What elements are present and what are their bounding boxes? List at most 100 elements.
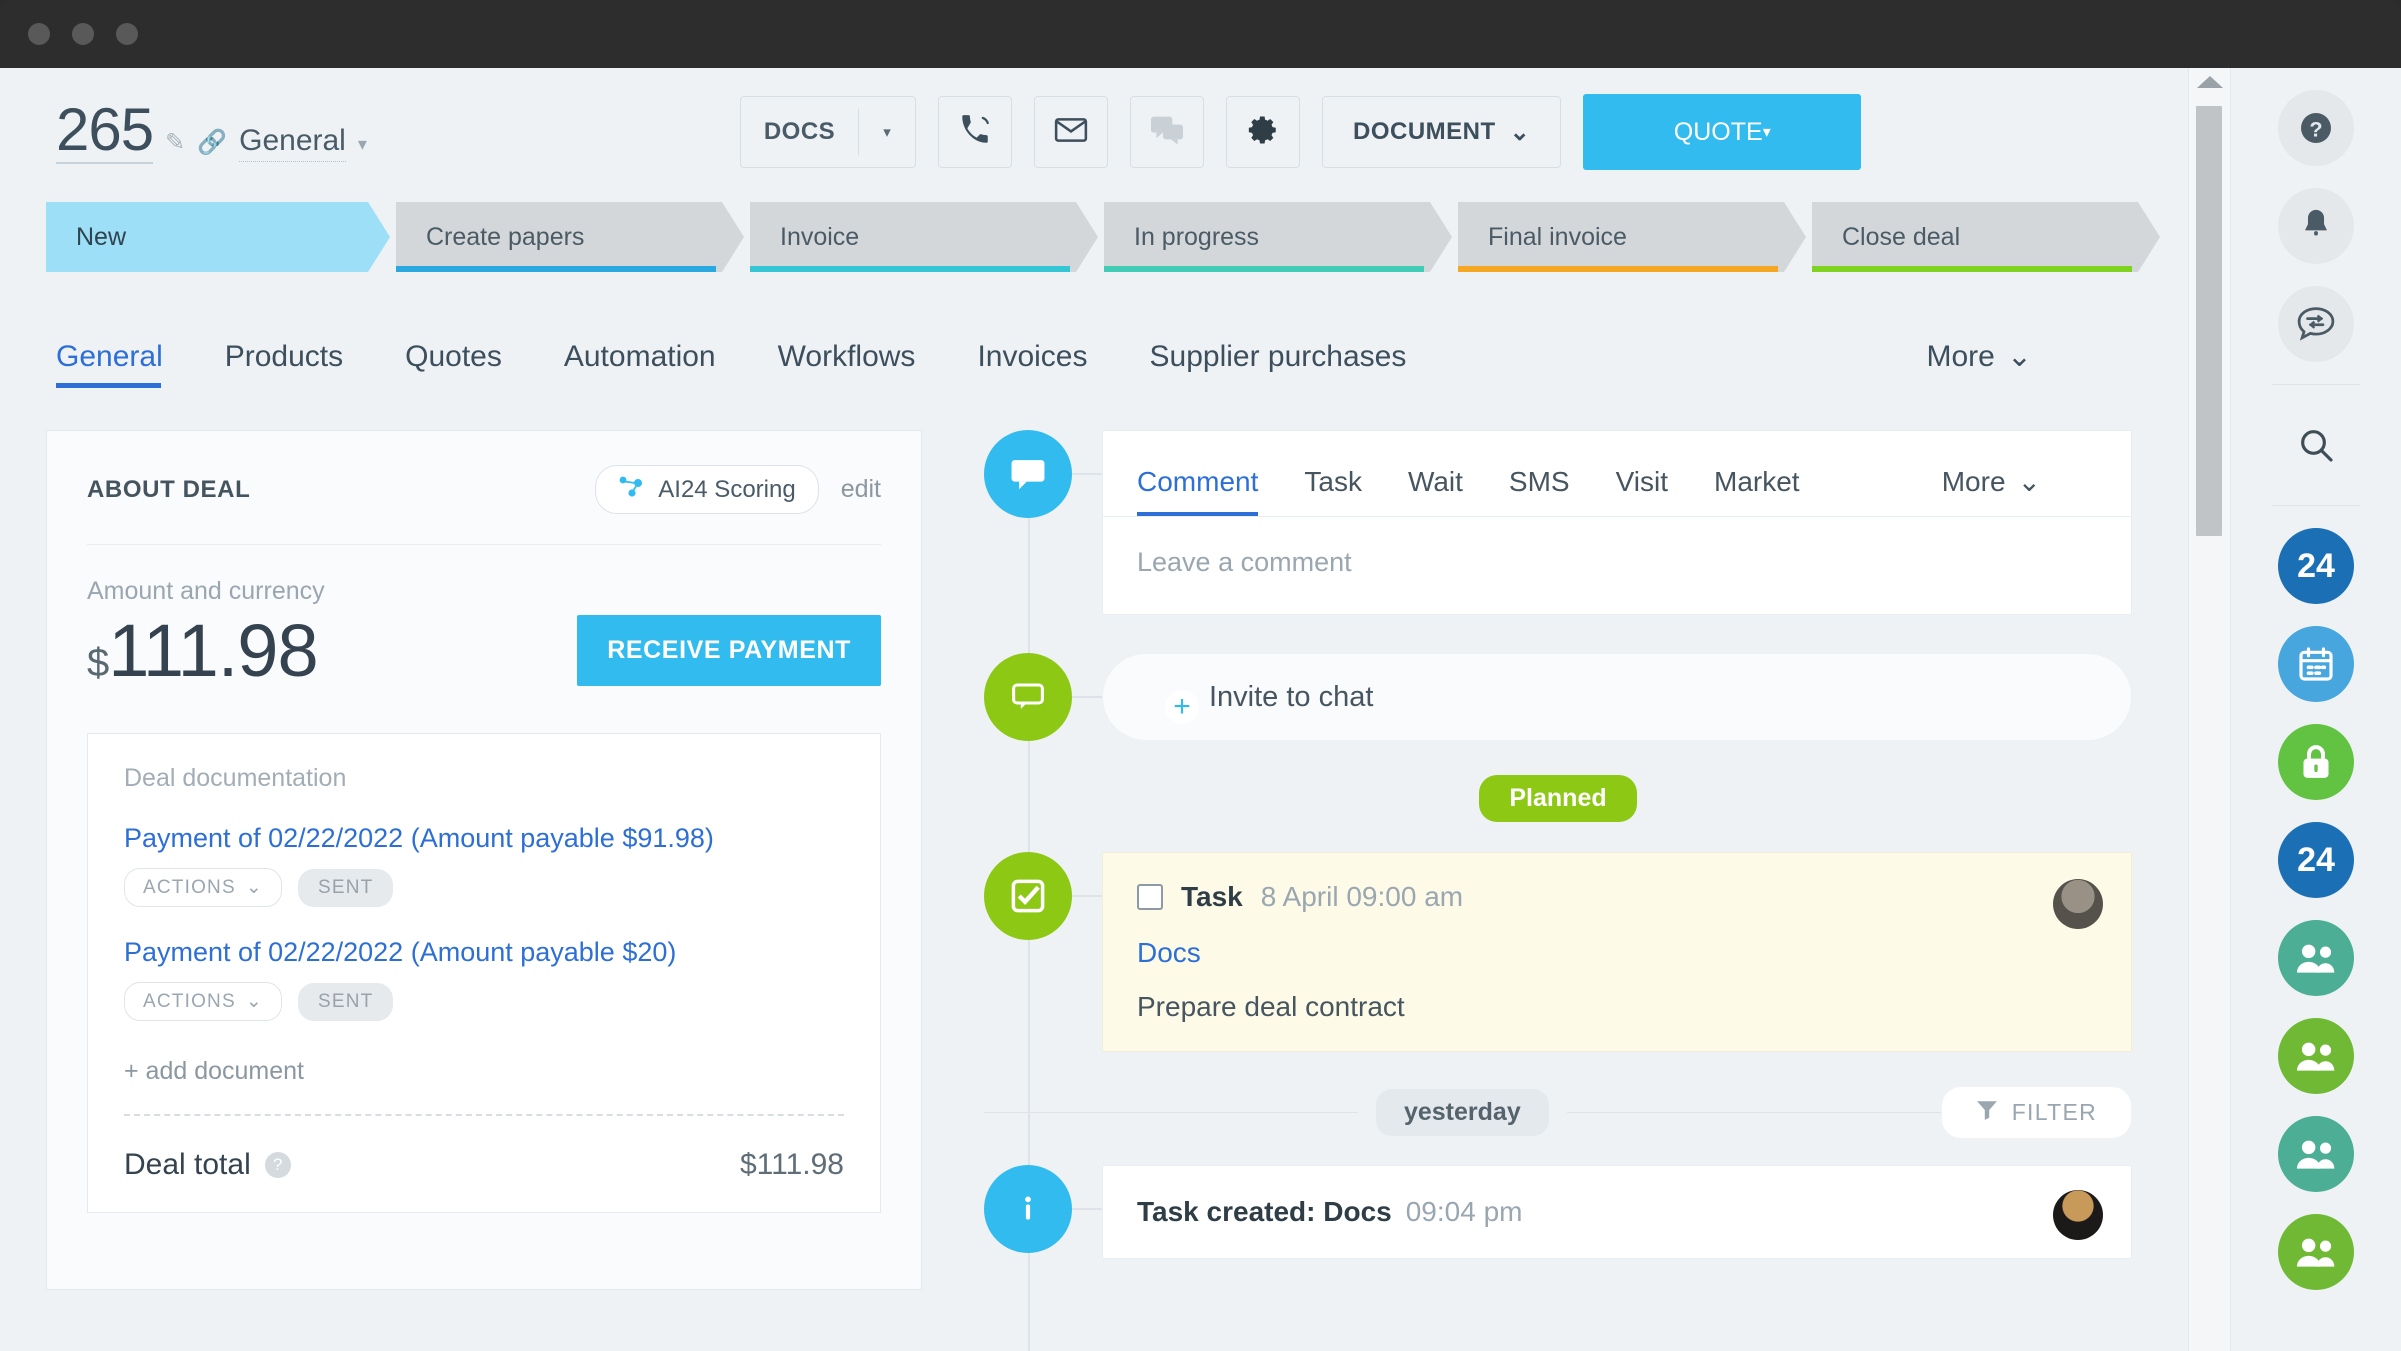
rail-item-group-icon[interactable] bbox=[2278, 920, 2354, 996]
tab-invoices[interactable]: Invoices bbox=[977, 340, 1117, 388]
amount-field-label: Amount and currency bbox=[87, 577, 881, 606]
composer-tab-task[interactable]: Task bbox=[1304, 466, 1362, 516]
chevron-down-icon: ⌄ bbox=[246, 876, 263, 899]
event-card[interactable]: Task created: Docs 09:04 pm bbox=[1102, 1165, 2132, 1259]
rail-item-search-icon[interactable] bbox=[2278, 407, 2354, 483]
tab-workflows[interactable]: Workflows bbox=[778, 340, 946, 388]
chevron-down-icon[interactable]: ▾ bbox=[358, 134, 367, 155]
rail-item-help-icon[interactable]: ? bbox=[2278, 90, 2354, 166]
about-deal-header-actions: AI24 Scoring edit bbox=[595, 465, 881, 514]
ai-scoring-button[interactable]: AI24 Scoring bbox=[595, 465, 818, 514]
window-maximize-button[interactable] bbox=[116, 23, 138, 45]
deal-number[interactable]: 265 bbox=[56, 100, 153, 164]
check-square-icon bbox=[984, 852, 1072, 940]
rail-item-chat-log-icon[interactable] bbox=[2278, 286, 2354, 362]
stage-in-progress[interactable]: In progress bbox=[1104, 202, 1452, 272]
composer-tab-comment[interactable]: Comment bbox=[1137, 466, 1258, 516]
vertical-scrollbar[interactable] bbox=[2188, 68, 2230, 1351]
document-actions-button[interactable]: ACTIONS⌄ bbox=[124, 982, 282, 1021]
rail-item-calendar-icon[interactable] bbox=[2278, 626, 2354, 702]
stage-underline bbox=[1104, 266, 1424, 272]
phone-icon bbox=[958, 113, 992, 152]
composer-tab-visit[interactable]: Visit bbox=[1616, 466, 1668, 516]
composer-more-button[interactable]: More ⌄ bbox=[1942, 465, 2041, 498]
composer-more-label: More bbox=[1942, 466, 2006, 498]
deal-amount: $ 111.98 bbox=[87, 608, 318, 693]
document-entry: Payment of 02/22/2022 (Amount payable $2… bbox=[124, 937, 844, 1021]
tab-automation[interactable]: Automation bbox=[564, 340, 746, 388]
deal-category[interactable]: General bbox=[239, 124, 346, 162]
settings-button[interactable] bbox=[1226, 96, 1300, 168]
chat-button[interactable] bbox=[1130, 96, 1204, 168]
checkbox-unchecked-icon[interactable] bbox=[1137, 884, 1163, 910]
document-link[interactable]: Payment of 02/22/2022 (Amount payable $9… bbox=[124, 823, 844, 854]
rail-item-bitrix24-icon[interactable]: 24 bbox=[2278, 822, 2354, 898]
composer-tab-wait[interactable]: Wait bbox=[1408, 466, 1463, 516]
comment-input[interactable]: Leave a comment bbox=[1103, 517, 2131, 614]
invite-to-chat-card[interactable]: + Invite to chat bbox=[1102, 653, 2132, 741]
document-status-badge: SENT bbox=[298, 869, 393, 907]
scrollbar-thumb[interactable] bbox=[2196, 106, 2222, 536]
pencil-icon[interactable]: ✎ bbox=[165, 131, 185, 155]
stage-invoice[interactable]: Invoice bbox=[750, 202, 1098, 272]
task-link[interactable]: Docs bbox=[1137, 937, 2097, 969]
question-mark-icon[interactable]: ? bbox=[265, 1152, 291, 1178]
window-close-button[interactable] bbox=[28, 23, 50, 45]
email-button[interactable] bbox=[1034, 96, 1108, 168]
stage-create-papers[interactable]: Create papers bbox=[396, 202, 744, 272]
document-button[interactable]: DOCUMENT ⌄ bbox=[1322, 96, 1561, 168]
rail-item-bitrix24-icon[interactable]: 24 bbox=[2278, 528, 2354, 604]
rail-item-group-icon[interactable] bbox=[2278, 1214, 2354, 1290]
rail-item-bell-icon[interactable] bbox=[2278, 188, 2354, 264]
docs-button[interactable]: DOCS ▾ bbox=[740, 96, 916, 168]
task-card[interactable]: Task 8 April 09:00 am Docs Prepare deal … bbox=[1102, 852, 2132, 1052]
edit-link[interactable]: edit bbox=[841, 475, 881, 504]
document-link[interactable]: Payment of 02/22/2022 (Amount payable $2… bbox=[124, 937, 844, 968]
deal-total-label: Deal total ? bbox=[124, 1148, 291, 1182]
stage-label: In progress bbox=[1104, 223, 1259, 252]
receive-payment-button[interactable]: RECEIVE PAYMENT bbox=[577, 615, 881, 686]
task-header: Task 8 April 09:00 am bbox=[1137, 881, 2097, 913]
tab-general[interactable]: General bbox=[56, 340, 193, 388]
rail-item-group-icon[interactable] bbox=[2278, 1018, 2354, 1094]
task-description: Prepare deal contract bbox=[1137, 991, 2097, 1023]
chevron-down-icon[interactable]: ▾ bbox=[1763, 122, 1771, 142]
planned-divider: Planned bbox=[984, 775, 2132, 822]
tab-supplier-purchases[interactable]: Supplier purchases bbox=[1150, 340, 1437, 388]
envelope-icon bbox=[1054, 115, 1088, 150]
plus-icon[interactable]: + bbox=[1165, 690, 1199, 724]
tab-products[interactable]: Products bbox=[225, 340, 373, 388]
stage-label: Final invoice bbox=[1458, 223, 1627, 252]
link-icon[interactable]: 🔗 bbox=[197, 131, 227, 155]
network-nodes-icon bbox=[618, 474, 644, 505]
connector bbox=[1072, 1208, 1102, 1210]
quote-button[interactable]: QUOTE ▾ bbox=[1583, 94, 1861, 170]
divider bbox=[1567, 1112, 1941, 1113]
day-divider-chip: yesterday bbox=[1376, 1089, 1549, 1136]
amount-row: $ 111.98 RECEIVE PAYMENT bbox=[87, 608, 881, 693]
tab-quotes[interactable]: Quotes bbox=[405, 340, 532, 388]
stage-close-deal[interactable]: Close deal bbox=[1812, 202, 2160, 272]
top-toolbar: 265 ✎ 🔗 General ▾ DOCS ▾ bbox=[0, 68, 2188, 196]
scroll-up-arrow-icon[interactable] bbox=[2197, 76, 2223, 88]
window-minimize-button[interactable] bbox=[72, 23, 94, 45]
docs-button-label: DOCS bbox=[741, 118, 858, 146]
composer-tab-sms[interactable]: SMS bbox=[1509, 466, 1570, 516]
nav-more-button[interactable]: More ⌄ bbox=[1927, 339, 2033, 374]
call-button[interactable] bbox=[938, 96, 1012, 168]
group-icon bbox=[2294, 1233, 2338, 1271]
stage-new[interactable]: New bbox=[46, 202, 390, 272]
chevron-down-icon[interactable]: ▾ bbox=[859, 123, 915, 141]
rail-item-group-icon[interactable] bbox=[2278, 1116, 2354, 1192]
invite-to-chat-label: Invite to chat bbox=[1209, 681, 1373, 714]
filter-button[interactable]: FILTER bbox=[1941, 1086, 2132, 1139]
document-actions-button[interactable]: ACTIONS⌄ bbox=[124, 868, 282, 907]
deal-stage-bar: NewCreate papersInvoiceIn progress Final … bbox=[46, 202, 2188, 272]
rail-item-lock-icon[interactable] bbox=[2278, 724, 2354, 800]
stage-final-invoice[interactable]: Final invoice bbox=[1458, 202, 1806, 272]
deal-documentation-title: Deal documentation bbox=[124, 764, 844, 793]
currency-symbol: $ bbox=[87, 641, 108, 686]
add-document-link[interactable]: + add document bbox=[124, 1057, 844, 1116]
document-button-label: DOCUMENT bbox=[1353, 118, 1496, 146]
composer-tab-market[interactable]: Market bbox=[1714, 466, 1800, 516]
